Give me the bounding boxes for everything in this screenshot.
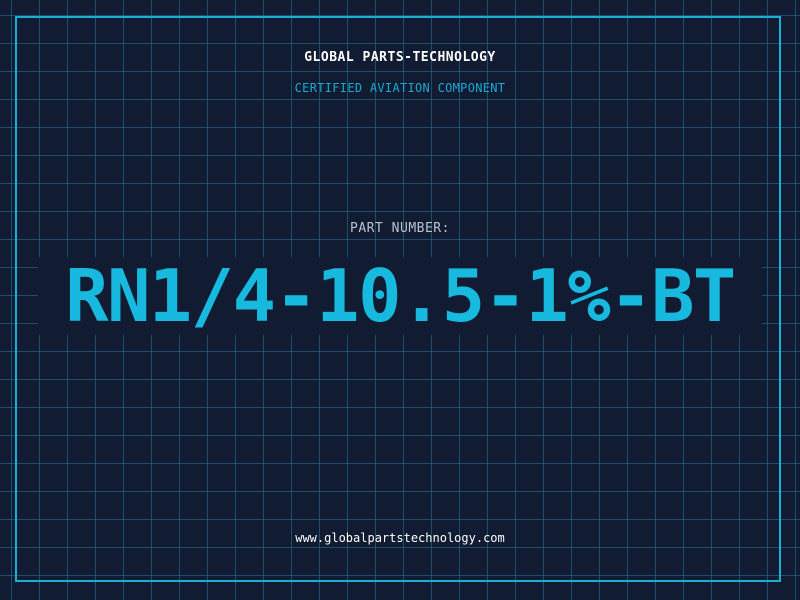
company-name: GLOBAL PARTS-TECHNOLOGY bbox=[304, 50, 496, 65]
part-number-value: RN1/4-10.5-1%-BT bbox=[38, 257, 762, 335]
part-number-label: PART NUMBER: bbox=[350, 221, 450, 236]
website-url: www.globalpartstechnology.com bbox=[295, 531, 505, 545]
certification-tagline: CERTIFIED AVIATION COMPONENT bbox=[294, 81, 506, 95]
label-card: GLOBAL PARTS-TECHNOLOGY CERTIFIED AVIATI… bbox=[0, 0, 800, 600]
